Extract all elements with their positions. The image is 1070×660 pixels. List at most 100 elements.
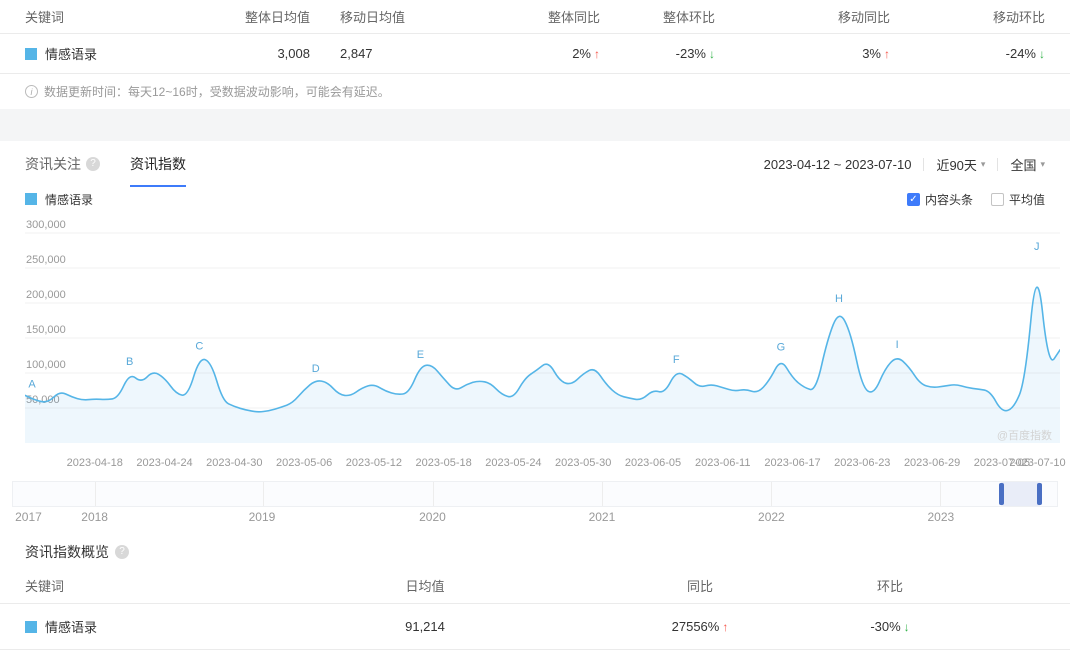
svg-text:A: A: [28, 378, 36, 390]
timeline-year-labels: 2017 2018 2019 2020 2021 2022 2023: [12, 510, 1058, 528]
x-axis-label: 2023-06-17: [764, 457, 821, 469]
overview-table-row: 情感语录 91,214 27556% ↑ -30% ↓: [0, 604, 1070, 650]
year-tick: [262, 482, 264, 506]
timeline-year-label: 2018: [81, 510, 108, 524]
col-header-mobile-daily: 移动日均值: [340, 10, 406, 25]
overview-title-row: 资讯指数概览 ?: [25, 542, 1045, 562]
svg-text:I: I: [896, 339, 899, 351]
timeline-brush[interactable]: 2017 2018 2019 2020 2021 2022 2023: [12, 481, 1058, 528]
x-axis-label: 2023-06-23: [834, 457, 891, 469]
info-icon: i: [25, 85, 38, 98]
col-header-mobile-yoy: 移动同比: [837, 10, 890, 25]
series-legend: 情感语录: [25, 191, 93, 208]
keyword-color-chip: [25, 47, 37, 60]
svg-text:H: H: [835, 293, 843, 305]
timeline-year-label: 2019: [248, 510, 276, 524]
chart-legend-row: 情感语录 ✓ 内容头条 平均值: [0, 187, 1070, 213]
period-selector[interactable]: 近90天 ▾: [936, 155, 985, 174]
x-axis-label: 2023-06-11: [695, 457, 751, 469]
x-axis-label: 2023-04-24: [136, 457, 193, 469]
checkbox-content-headline[interactable]: ✓ 内容头条: [906, 191, 973, 208]
brush-handle-left[interactable]: [998, 483, 1004, 505]
data-update-note: i 数据更新时间：每天12~16时，受数据波动影响，可能会有延迟。: [0, 74, 1070, 109]
down-arrow-icon: ↓: [903, 620, 910, 634]
timeline-year-label: 2020: [419, 510, 446, 524]
mobile-mom-cell: -24% ↓: [890, 46, 1045, 61]
checkbox-average-label: 平均值: [1008, 192, 1045, 207]
svg-text:100,000: 100,000: [26, 359, 66, 371]
trend-header: 资讯关注 ? 资讯指数 2023-04-12 ~ 2023-07-10 近90天…: [0, 141, 1070, 187]
svg-text:250,000: 250,000: [26, 254, 66, 266]
overview-yoy-value: 27556%: [671, 619, 720, 634]
mobile-yoy-value: 3%: [862, 46, 881, 61]
region-selector[interactable]: 全国 ▾: [1010, 155, 1045, 174]
keyword-label: 情感语录: [45, 620, 98, 635]
overview-mom-cell: -30% ↓: [825, 619, 955, 634]
overall-yoy-cell: 2% ↑: [440, 46, 600, 61]
x-axis-label: 2023-06-05: [624, 457, 682, 469]
help-icon[interactable]: ?: [115, 545, 129, 559]
svg-text:150,000: 150,000: [26, 324, 66, 336]
keyword-cell: 情感语录: [25, 617, 275, 636]
chevron-down-icon: ▾: [980, 158, 986, 169]
help-icon[interactable]: ?: [86, 157, 100, 171]
overall-daily-avg-value: 3,008: [277, 46, 310, 61]
brush-handle-right[interactable]: [1037, 483, 1043, 505]
col-header-mom: 环比: [876, 579, 903, 594]
x-axis-label: 2023-04-30: [206, 457, 263, 469]
svg-text:D: D: [312, 363, 320, 375]
svg-text:J: J: [1034, 241, 1040, 253]
timeline-year-label: 2021: [588, 510, 616, 524]
keyword-label: 情感语录: [45, 47, 98, 62]
year-tick: [432, 482, 434, 506]
tab-news-attention[interactable]: 资讯关注 ?: [25, 141, 100, 187]
x-axis-labels: 2023-04-18 2023-04-24 2023-04-30 2023-05-06…: [25, 457, 1066, 473]
trend-chart-svg: 50,000100,000150,000200,000250,000300,00…: [24, 219, 1061, 443]
checkbox-unchecked-icon[interactable]: [990, 192, 1004, 206]
svg-text:B: B: [126, 356, 133, 368]
brush-selection[interactable]: [1000, 482, 1041, 506]
summary-table-header: 关键词 整体日均值 移动日均值 整体同比 整体环比 移动同比 移动环比: [0, 0, 1070, 34]
svg-text:E: E: [417, 349, 424, 361]
period-selector-label: 近90天: [936, 157, 977, 173]
summary-table: 关键词 整体日均值 移动日均值 整体同比 整体环比 移动同比 移动环比 情感语录…: [0, 0, 1070, 109]
col-header-keyword: 关键词: [25, 10, 65, 25]
range-controls: 2023-04-12 ~ 2023-07-10 近90天 ▾ 全国 ▾: [764, 155, 1045, 174]
overview-section: 资讯指数概览 ? 关键词 日均值 同比 环比 情感语录 91,214 27556…: [0, 542, 1070, 650]
checkbox-checked-icon[interactable]: ✓: [906, 192, 920, 206]
svg-text:G: G: [777, 341, 786, 353]
date-range-text: 2023-04-12 ~ 2023-07-10: [763, 156, 912, 172]
checkbox-average[interactable]: 平均值: [990, 191, 1045, 208]
chart-option-checkboxes: ✓ 内容头条 平均值: [889, 191, 1045, 208]
overview-title: 资讯指数概览: [25, 544, 109, 560]
summary-table-row: 情感语录 3,008 2,847 2% ↑ -23% ↓ 3% ↑ -24% ↓: [0, 34, 1070, 74]
year-tick: [601, 482, 603, 506]
col-header-daily-avg: 日均值: [405, 579, 445, 594]
x-axis-label: 2023-05-30: [555, 457, 612, 469]
mobile-daily-avg-value: 2,847: [340, 46, 373, 61]
timeline-year-label: 2023: [927, 510, 955, 524]
col-header-yoy: 同比: [686, 579, 713, 594]
vertical-divider: [923, 157, 925, 171]
down-arrow-icon: ↓: [1039, 47, 1045, 61]
x-axis-label: 2023-06-29: [903, 457, 961, 469]
svg-text:200,000: 200,000: [26, 289, 66, 301]
year-tick: [940, 482, 942, 506]
svg-text:F: F: [673, 354, 680, 366]
tab-news-index-label: 资讯指数: [130, 156, 186, 172]
keyword-cell: 情感语录: [25, 44, 210, 63]
brush-track[interactable]: [12, 481, 1058, 507]
tab-news-index[interactable]: 资讯指数: [130, 141, 186, 187]
year-tick: [95, 482, 97, 506]
trend-chart[interactable]: 50,000 100,000 150,000 200,000 250,000 300,00…: [24, 215, 1061, 455]
x-axis-label: 2023-05-24: [485, 457, 542, 469]
col-header-overall-yoy: 整体同比: [547, 10, 600, 25]
keyword-color-chip: [25, 620, 37, 633]
x-axis-label: 2023-05-06: [275, 457, 333, 469]
check-mark: ✓: [909, 193, 918, 205]
overview-daily-avg-value: 91,214: [405, 619, 445, 634]
x-axis-label: 2023-04-18: [66, 457, 123, 469]
overview-yoy-cell: 27556% ↑: [575, 619, 825, 634]
overview-table-header: 关键词 日均值 同比 环比: [0, 568, 1070, 604]
mobile-mom-value: -24%: [1005, 46, 1036, 61]
